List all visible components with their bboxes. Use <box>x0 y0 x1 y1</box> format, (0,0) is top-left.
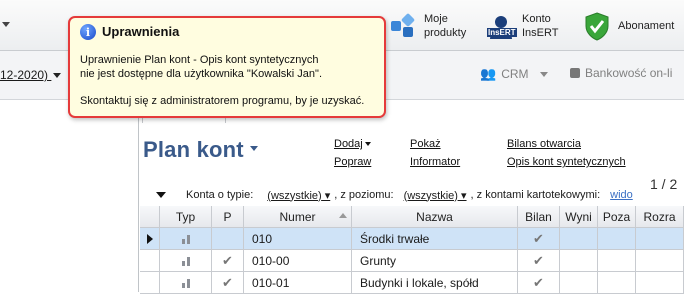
row-selected-icon <box>140 228 160 250</box>
column-header-nazwa[interactable]: Nazwa <box>352 206 518 228</box>
poza-cell <box>598 228 636 250</box>
rozra-cell <box>636 272 684 294</box>
toolbar-left-area <box>0 22 52 27</box>
chevron-down-icon <box>53 73 62 79</box>
pokaz-link[interactable]: Pokaż <box>410 138 441 150</box>
column-header-typ[interactable]: Typ <box>160 206 212 228</box>
page-title[interactable]: Plan kont <box>143 137 244 163</box>
numer-cell: 010-01 <box>244 272 352 294</box>
bankowosc-online-menu[interactable]: Bankowość on-li <box>570 66 672 80</box>
nazwa-cell: Środki trwałe <box>352 228 518 250</box>
type-filter-select[interactable]: (wszystkie) ▾ <box>267 189 330 202</box>
column-header-wyni[interactable]: Wyni <box>560 206 598 228</box>
table-row[interactable]: ✔ 010-01 Budynki i lokale, spółd ✔ <box>140 272 684 294</box>
filter-row: Konta o typie: (wszystkie) ▾ , z poziomu… <box>140 186 684 204</box>
tooltip-message-line: Skontaktuj się z administratorem program… <box>80 95 365 107</box>
info-icon: i <box>80 24 96 40</box>
abonament-button[interactable]: Abonament <box>582 6 674 46</box>
row-indicator <box>140 272 160 294</box>
bilans-otwarcia-link[interactable]: Bilans otwarcia <box>507 138 581 150</box>
dodaj-link[interactable]: Dodaj <box>334 138 371 150</box>
level-filter-select[interactable]: (wszystkie) ▾ <box>404 189 467 202</box>
lock-icon <box>570 68 580 78</box>
crm-menu[interactable]: 👥 CRM <box>480 66 548 82</box>
period-selector[interactable]: 12-2020) <box>0 68 62 82</box>
tooltip-message-line: nie jest dostępne dla użytkownika "Kowal… <box>80 68 322 80</box>
account-type-icon <box>160 228 212 250</box>
column-header-bilan[interactable]: Bilan <box>518 206 560 228</box>
bilan-check-icon: ✔ <box>518 250 560 272</box>
bank-label: Bankowość on-li <box>585 66 673 80</box>
p-check-icon: ✔ <box>212 250 244 272</box>
cards-filter-label: , z kontami kartotekowymi: <box>470 189 601 201</box>
tooltip-title: Uprawnienia <box>102 24 180 39</box>
opis-kont-syntetycznych-link[interactable]: Opis kont syntetycznych <box>507 156 626 168</box>
informator-link[interactable]: Informator <box>410 156 460 168</box>
poza-cell <box>598 272 636 294</box>
level-filter-label: , z poziomu: <box>334 189 394 201</box>
column-header-poza[interactable]: Poza <box>598 206 636 228</box>
account-type-icon <box>160 250 212 272</box>
column-header-rozra[interactable]: Rozra <box>636 206 684 228</box>
wyni-cell <box>560 228 598 250</box>
numer-cell: 010 <box>244 228 352 250</box>
p-check-icon: ✔ <box>212 272 244 294</box>
bilan-check-icon: ✔ <box>518 228 560 250</box>
bilan-check-icon: ✔ <box>518 272 560 294</box>
row-indicator <box>140 250 160 272</box>
moje-produkty-button[interactable]: Moje produkty <box>388 6 466 46</box>
collapse-filter-icon[interactable] <box>156 192 166 198</box>
cards-filter-select[interactable]: wido <box>610 189 633 201</box>
people-icon: 👥 <box>480 66 497 81</box>
column-header-p[interactable]: P <box>212 206 244 228</box>
row-indicator-header <box>140 206 160 228</box>
nazwa-cell: Budynki i lokale, spółd <box>352 272 518 294</box>
rozra-cell <box>636 250 684 272</box>
popraw-link[interactable]: Popraw <box>334 156 371 168</box>
table-row[interactable]: ✔ 010-00 Grunty ✔ <box>140 250 684 272</box>
p-cell <box>212 228 244 250</box>
wyni-cell <box>560 272 598 294</box>
account-type-icon <box>160 272 212 294</box>
rozra-cell <box>636 228 684 250</box>
shield-check-icon <box>582 11 612 41</box>
wyni-cell <box>560 250 598 272</box>
moje-produkty-label: Moje produkty <box>424 13 467 39</box>
crm-label: CRM <box>501 67 529 81</box>
column-header-numer[interactable]: Numer <box>244 206 352 228</box>
grid-header-row: Typ P Numer Nazwa Bilan Wyni Poza Rozra <box>140 206 684 228</box>
chevron-down-icon <box>539 71 548 77</box>
abonament-label: Abonament <box>618 20 675 32</box>
poza-cell <box>598 250 636 272</box>
account-icon: InsERT <box>486 11 517 41</box>
insert-badge: InsERT <box>487 28 517 37</box>
chevron-down-icon <box>364 142 371 147</box>
type-filter-label: Konta o typie: <box>186 189 254 201</box>
title-chevron-down-icon[interactable] <box>250 146 258 151</box>
konto-label: Konto InsERT <box>522 13 559 39</box>
sort-ascending-icon <box>339 213 347 218</box>
konto-insert-button[interactable]: InsERT Konto InsERT <box>486 6 558 46</box>
numer-cell: 010-00 <box>244 250 352 272</box>
table-row[interactable]: 010 Środki trwałe ✔ <box>140 228 684 250</box>
products-icon <box>388 11 418 41</box>
nazwa-cell: Grunty <box>352 250 518 272</box>
tooltip-message-line: Uprawnienie Plan kont - Opis kont syntet… <box>80 54 319 66</box>
